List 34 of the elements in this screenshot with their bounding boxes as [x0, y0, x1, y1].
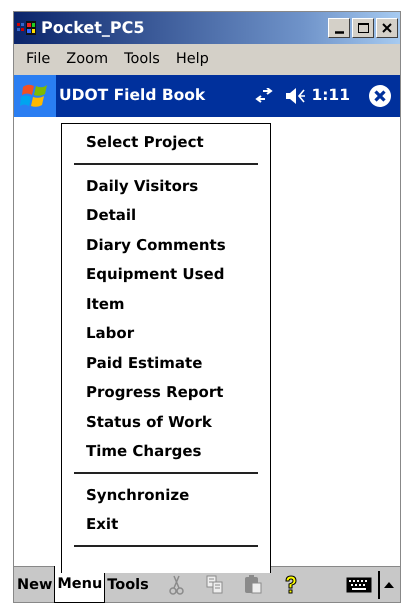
menu-bar-item[interactable]: Zoom	[58, 48, 116, 70]
close-icon[interactable]	[368, 84, 392, 108]
soft-key[interactable]: Tools	[105, 566, 151, 602]
start-button[interactable]	[14, 75, 56, 117]
menu-item[interactable]: Status of Work	[62, 408, 270, 437]
menu-item[interactable]: Detail	[62, 201, 270, 230]
menu-item[interactable]: Select Project	[62, 128, 270, 158]
window-title: Pocket_PC5	[41, 17, 145, 39]
menu-item[interactable]: Exit	[62, 510, 270, 540]
close-icon	[380, 21, 394, 35]
app-title: UDOT Field Book	[59, 85, 206, 106]
minimize-button[interactable]	[328, 18, 350, 38]
close-button[interactable]	[376, 18, 398, 38]
menu-item[interactable]: Time Charges	[62, 437, 270, 466]
soft-key[interactable]: New	[15, 566, 54, 602]
menu-bar-item[interactable]: File	[18, 48, 58, 70]
menu-item[interactable]: Daily Visitors	[62, 172, 270, 201]
clock-text[interactable]: 1:11	[311, 84, 350, 108]
connectivity-icon[interactable]	[255, 88, 274, 104]
menu-bar-item[interactable]: Tools	[116, 48, 168, 70]
speaker-icon[interactable]	[285, 87, 308, 105]
menu-item[interactable]: Item	[62, 290, 270, 319]
menu-item[interactable]: Diary Comments	[62, 230, 270, 260]
app-icon	[17, 20, 37, 36]
menu-item[interactable]: Paid Estimate	[62, 348, 270, 378]
menu-item[interactable]: Labor	[62, 319, 270, 348]
menu-item[interactable]: Synchronize	[62, 480, 270, 510]
menu-item[interactable]: Progress Report	[62, 378, 270, 408]
menu-item[interactable]: Equipment Used	[62, 260, 270, 290]
menu-bar-item[interactable]: Help	[168, 48, 217, 70]
keyboard-icon[interactable]	[346, 576, 372, 592]
minimize-icon	[334, 30, 344, 34]
maximize-button[interactable]	[352, 18, 374, 38]
maximize-icon	[356, 21, 370, 35]
